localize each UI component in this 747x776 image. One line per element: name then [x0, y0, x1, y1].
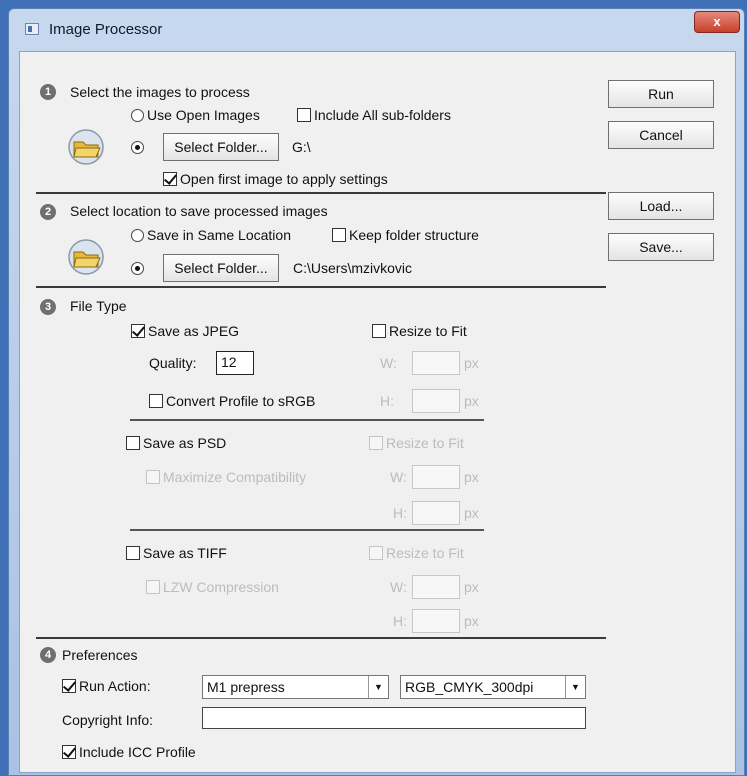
- destination-folder-path: C:\Users\mzivkovic: [293, 260, 413, 276]
- load-button[interactable]: Load...: [608, 192, 714, 220]
- psd-width-unit: px: [464, 469, 479, 485]
- app-icon: [25, 23, 39, 35]
- save-as-tiff-option[interactable]: Save as TIFF: [126, 545, 227, 561]
- lzw-compression-option[interactable]: LZW Compression: [146, 579, 279, 595]
- quality-input[interactable]: 12: [216, 351, 254, 375]
- open-first-image-option[interactable]: Open first image to apply settings: [163, 171, 388, 187]
- jpeg-height-input[interactable]: [412, 389, 460, 413]
- include-subfolders-checkbox[interactable]: [297, 108, 311, 122]
- tiff-width-input[interactable]: [412, 575, 460, 599]
- separator: [36, 192, 606, 194]
- action-name-value: RGB_CMYK_300dpi: [405, 679, 534, 695]
- psd-height-unit: px: [464, 505, 479, 521]
- quality-label: Quality:: [149, 355, 197, 371]
- psd-height-label: H:: [393, 505, 407, 521]
- jpeg-height-label: H:: [380, 393, 394, 409]
- use-open-images-option[interactable]: Use Open Images: [131, 107, 260, 123]
- run-button[interactable]: Run: [608, 80, 714, 108]
- same-location-option[interactable]: Save in Same Location: [131, 227, 291, 243]
- chevron-down-icon: ▼: [565, 676, 585, 698]
- select-destination-folder-button[interactable]: Select Folder...: [163, 254, 279, 282]
- maximize-compatibility-option[interactable]: Maximize Compatibility: [146, 469, 306, 485]
- jpeg-width-input[interactable]: [412, 351, 460, 375]
- dialog-body: 1 Select the images to process Use Open …: [19, 51, 736, 773]
- save-as-jpeg-checkbox[interactable]: [131, 324, 145, 338]
- psd-resize-option[interactable]: Resize to Fit: [369, 435, 464, 451]
- section-4-title: Preferences: [62, 647, 138, 663]
- run-action-checkbox[interactable]: [62, 679, 76, 693]
- tiff-width-label: W:: [390, 579, 407, 595]
- psd-height-input[interactable]: [412, 501, 460, 525]
- save-as-psd-checkbox[interactable]: [126, 436, 140, 450]
- section-3-title: File Type: [70, 298, 127, 314]
- select-source-folder-button[interactable]: Select Folder...: [163, 133, 279, 161]
- jpeg-resize-checkbox[interactable]: [372, 324, 386, 338]
- copyright-label: Copyright Info:: [62, 712, 154, 728]
- jpeg-resize-option[interactable]: Resize to Fit: [372, 323, 467, 339]
- section-1-title: Select the images to process: [70, 84, 250, 100]
- open-first-image-checkbox[interactable]: [163, 172, 177, 186]
- jpeg-height-unit: px: [464, 393, 479, 409]
- window-title: Image Processor: [49, 21, 163, 38]
- include-subfolders-option[interactable]: Include All sub-folders: [297, 107, 451, 123]
- tiff-resize-option[interactable]: Resize to Fit: [369, 545, 464, 561]
- tiff-height-input[interactable]: [412, 609, 460, 633]
- action-name-dropdown[interactable]: RGB_CMYK_300dpi ▼: [400, 675, 586, 699]
- action-set-dropdown[interactable]: M1 prepress ▼: [202, 675, 389, 699]
- save-as-psd-option[interactable]: Save as PSD: [126, 435, 226, 451]
- convert-profile-checkbox[interactable]: [149, 394, 163, 408]
- save-as-tiff-checkbox[interactable]: [126, 546, 140, 560]
- action-set-value: M1 prepress: [207, 679, 285, 695]
- tiff-width-unit: px: [464, 579, 479, 595]
- separator: [36, 637, 606, 639]
- psd-resize-checkbox[interactable]: [369, 436, 383, 450]
- save-button[interactable]: Save...: [608, 233, 714, 261]
- psd-width-label: W:: [390, 469, 407, 485]
- step-1-icon: 1: [40, 84, 56, 100]
- folder-icon: [68, 129, 104, 165]
- keep-folder-structure-option[interactable]: Keep folder structure: [332, 227, 479, 243]
- step-2-icon: 2: [40, 204, 56, 220]
- title-bar: Image Processor x: [9, 9, 744, 49]
- step-4-icon: 4: [40, 647, 56, 663]
- cancel-button[interactable]: Cancel: [608, 121, 714, 149]
- separator: [36, 286, 606, 288]
- include-icc-option[interactable]: Include ICC Profile: [62, 744, 196, 760]
- separator: [130, 419, 484, 421]
- separator: [130, 529, 484, 531]
- step-3-icon: 3: [40, 299, 56, 315]
- select-folder-radio-1[interactable]: [131, 139, 147, 155]
- section-2-title: Select location to save processed images: [70, 203, 328, 219]
- lzw-compression-checkbox[interactable]: [146, 580, 160, 594]
- maximize-compatibility-checkbox[interactable]: [146, 470, 160, 484]
- tiff-height-unit: px: [464, 613, 479, 629]
- keep-folder-structure-checkbox[interactable]: [332, 228, 346, 242]
- image-processor-dialog: Image Processor x 1 Select the images to…: [8, 8, 745, 776]
- psd-width-input[interactable]: [412, 465, 460, 489]
- folder-icon: [68, 239, 104, 275]
- source-folder-path: G:\: [292, 139, 311, 155]
- tiff-resize-checkbox[interactable]: [369, 546, 383, 560]
- tiff-height-label: H:: [393, 613, 407, 629]
- same-location-radio[interactable]: [131, 229, 144, 242]
- include-icc-checkbox[interactable]: [62, 745, 76, 759]
- select-folder-radio-2[interactable]: [131, 260, 147, 276]
- save-as-jpeg-option[interactable]: Save as JPEG: [131, 323, 239, 339]
- jpeg-width-label: W:: [380, 355, 397, 371]
- use-open-images-radio[interactable]: [131, 109, 144, 122]
- chevron-down-icon: ▼: [368, 676, 388, 698]
- copyright-input[interactable]: [202, 707, 586, 729]
- convert-profile-option[interactable]: Convert Profile to sRGB: [149, 393, 315, 409]
- run-action-option[interactable]: Run Action:: [62, 678, 151, 694]
- close-button[interactable]: x: [694, 11, 740, 33]
- jpeg-width-unit: px: [464, 355, 479, 371]
